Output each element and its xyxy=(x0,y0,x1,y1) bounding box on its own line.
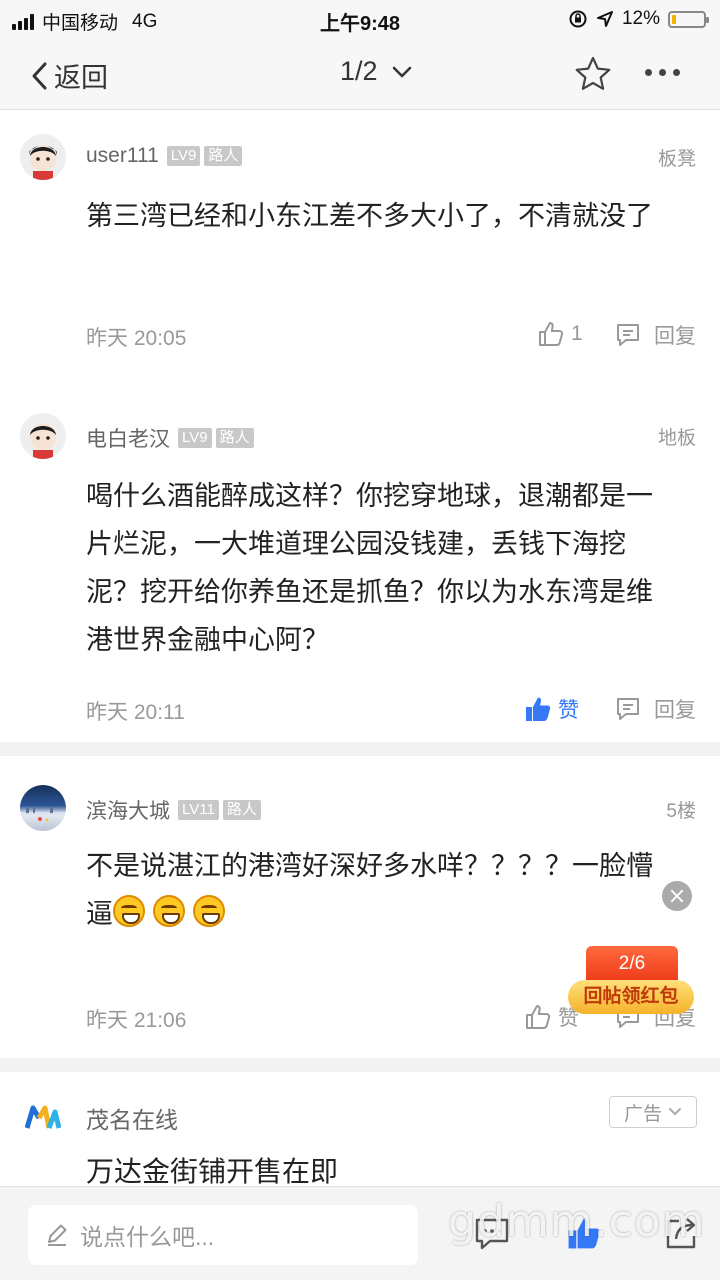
reply-placeholder: 说点什么吧... xyxy=(80,1224,215,1250)
reply-label: 回复 xyxy=(654,699,696,722)
divider xyxy=(0,366,720,380)
battery-fill xyxy=(672,14,676,24)
pencil-icon xyxy=(48,1224,67,1246)
comment-text: 第三湾已经和小东江差不多大小了，不清就没了 xyxy=(86,201,653,231)
comment-icon xyxy=(617,698,639,720)
thumb-up-icon xyxy=(526,1005,551,1029)
status-right: 12% xyxy=(568,8,709,30)
avatar[interactable] xyxy=(20,785,66,831)
avatar-image xyxy=(29,145,57,180)
username-text: 滨海大城 xyxy=(86,800,170,823)
star-icon[interactable] xyxy=(574,55,612,93)
thumb-up-icon xyxy=(539,322,564,346)
level-badge: LV11 xyxy=(178,800,219,820)
comment-time: 昨天 20:11 xyxy=(86,701,185,724)
ad-title[interactable]: 万达金街铺开售在即 xyxy=(86,1150,338,1190)
role-badge: 路人 xyxy=(222,800,261,820)
comment-text: 不是说湛江的港湾好深好多水咩？？？？一脸懵逼 xyxy=(86,842,676,938)
ad-source: 茂名在线 xyxy=(86,1107,178,1133)
reply-label: 回复 xyxy=(654,325,696,348)
avatar-image xyxy=(20,806,66,822)
status-bar: 中国移动 4G 上午9:48 12% xyxy=(0,0,720,40)
more-icon[interactable] xyxy=(645,69,680,76)
username[interactable]: 电白老汉 LV9 路人 xyxy=(86,423,254,453)
ad-tag-button[interactable]: 广告 xyxy=(609,1096,697,1128)
reply-input[interactable]: 说点什么吧... xyxy=(28,1205,418,1265)
comment-item: 电白老汉 LV9 路人 地板 喝什么酒能醉成这样？你挖穿地球，退潮都是一片烂泥，… xyxy=(0,390,720,740)
page-selector[interactable]: 1/2 xyxy=(340,56,412,87)
username-text: 电白老汉 xyxy=(86,428,170,451)
level-badge: LV9 xyxy=(166,146,201,166)
location-icon xyxy=(596,11,613,27)
back-button[interactable]: 返回 xyxy=(30,56,108,95)
back-chevron-icon xyxy=(32,62,47,89)
like-label: 赞 xyxy=(558,699,579,722)
grin-emoji-icon xyxy=(193,895,225,927)
grin-emoji-icon xyxy=(113,895,145,927)
level-badge: LV9 xyxy=(178,428,212,448)
watermark: gdmm.com xyxy=(448,1196,706,1247)
divider xyxy=(0,1058,720,1072)
avatar[interactable] xyxy=(20,134,66,180)
like-button[interactable]: 赞 xyxy=(524,694,579,724)
ad-tag-label: 广告 xyxy=(623,1103,662,1125)
username[interactable]: 滨海大城 LV11 路人 xyxy=(86,795,261,825)
avatar-image xyxy=(30,424,56,459)
role-badge: 路人 xyxy=(215,428,254,448)
comment-time: 昨天 21:06 xyxy=(86,1009,187,1032)
reply-button[interactable]: 回复 xyxy=(614,320,696,350)
comment-icon xyxy=(617,324,639,346)
grin-emoji-icon xyxy=(153,895,185,927)
floor-label: 板凳 xyxy=(657,149,696,170)
chevron-down-icon xyxy=(669,1108,681,1115)
like-count: 1 xyxy=(571,322,583,345)
reply-button[interactable]: 回复 xyxy=(614,694,696,724)
battery-percent: 12% xyxy=(621,8,660,29)
floor-label: 地板 xyxy=(657,428,696,449)
battery-icon xyxy=(668,10,709,28)
lock-rotation-icon xyxy=(569,10,587,28)
comment-item: user111 LV9 路人 板凳 第三湾已经和小东江差不多大小了，不清就没了 … xyxy=(0,110,720,365)
red-packet-label: 回帖领红包 xyxy=(568,980,694,1014)
floor-label: 5楼 xyxy=(666,801,696,822)
role-badge: 路人 xyxy=(204,146,243,166)
username-text: user111 xyxy=(86,144,159,167)
comment-time: 昨天 20:05 xyxy=(86,327,187,350)
nav-bar: 返回 1/2 xyxy=(0,40,720,110)
like-button[interactable]: 1 xyxy=(537,320,583,348)
ad-logo-icon xyxy=(25,1105,61,1129)
red-packet-progress: 2/6 xyxy=(586,946,678,982)
back-label: 返回 xyxy=(54,63,108,93)
avatar[interactable] xyxy=(20,413,66,459)
page-indicator: 1/2 xyxy=(340,56,378,86)
comment-text: 喝什么酒能醉成这样？你挖穿地球，退潮都是一片烂泥，一大堆道理公园没钱建，丢钱下海… xyxy=(86,481,653,655)
red-packet-button[interactable]: 2/6 回帖领红包 xyxy=(568,946,694,1018)
username[interactable]: user111 LV9 路人 xyxy=(86,144,243,168)
thumb-up-icon xyxy=(526,697,551,721)
close-icon[interactable] xyxy=(662,881,692,911)
dropdown-chevron-icon xyxy=(392,66,411,77)
divider xyxy=(0,742,720,756)
